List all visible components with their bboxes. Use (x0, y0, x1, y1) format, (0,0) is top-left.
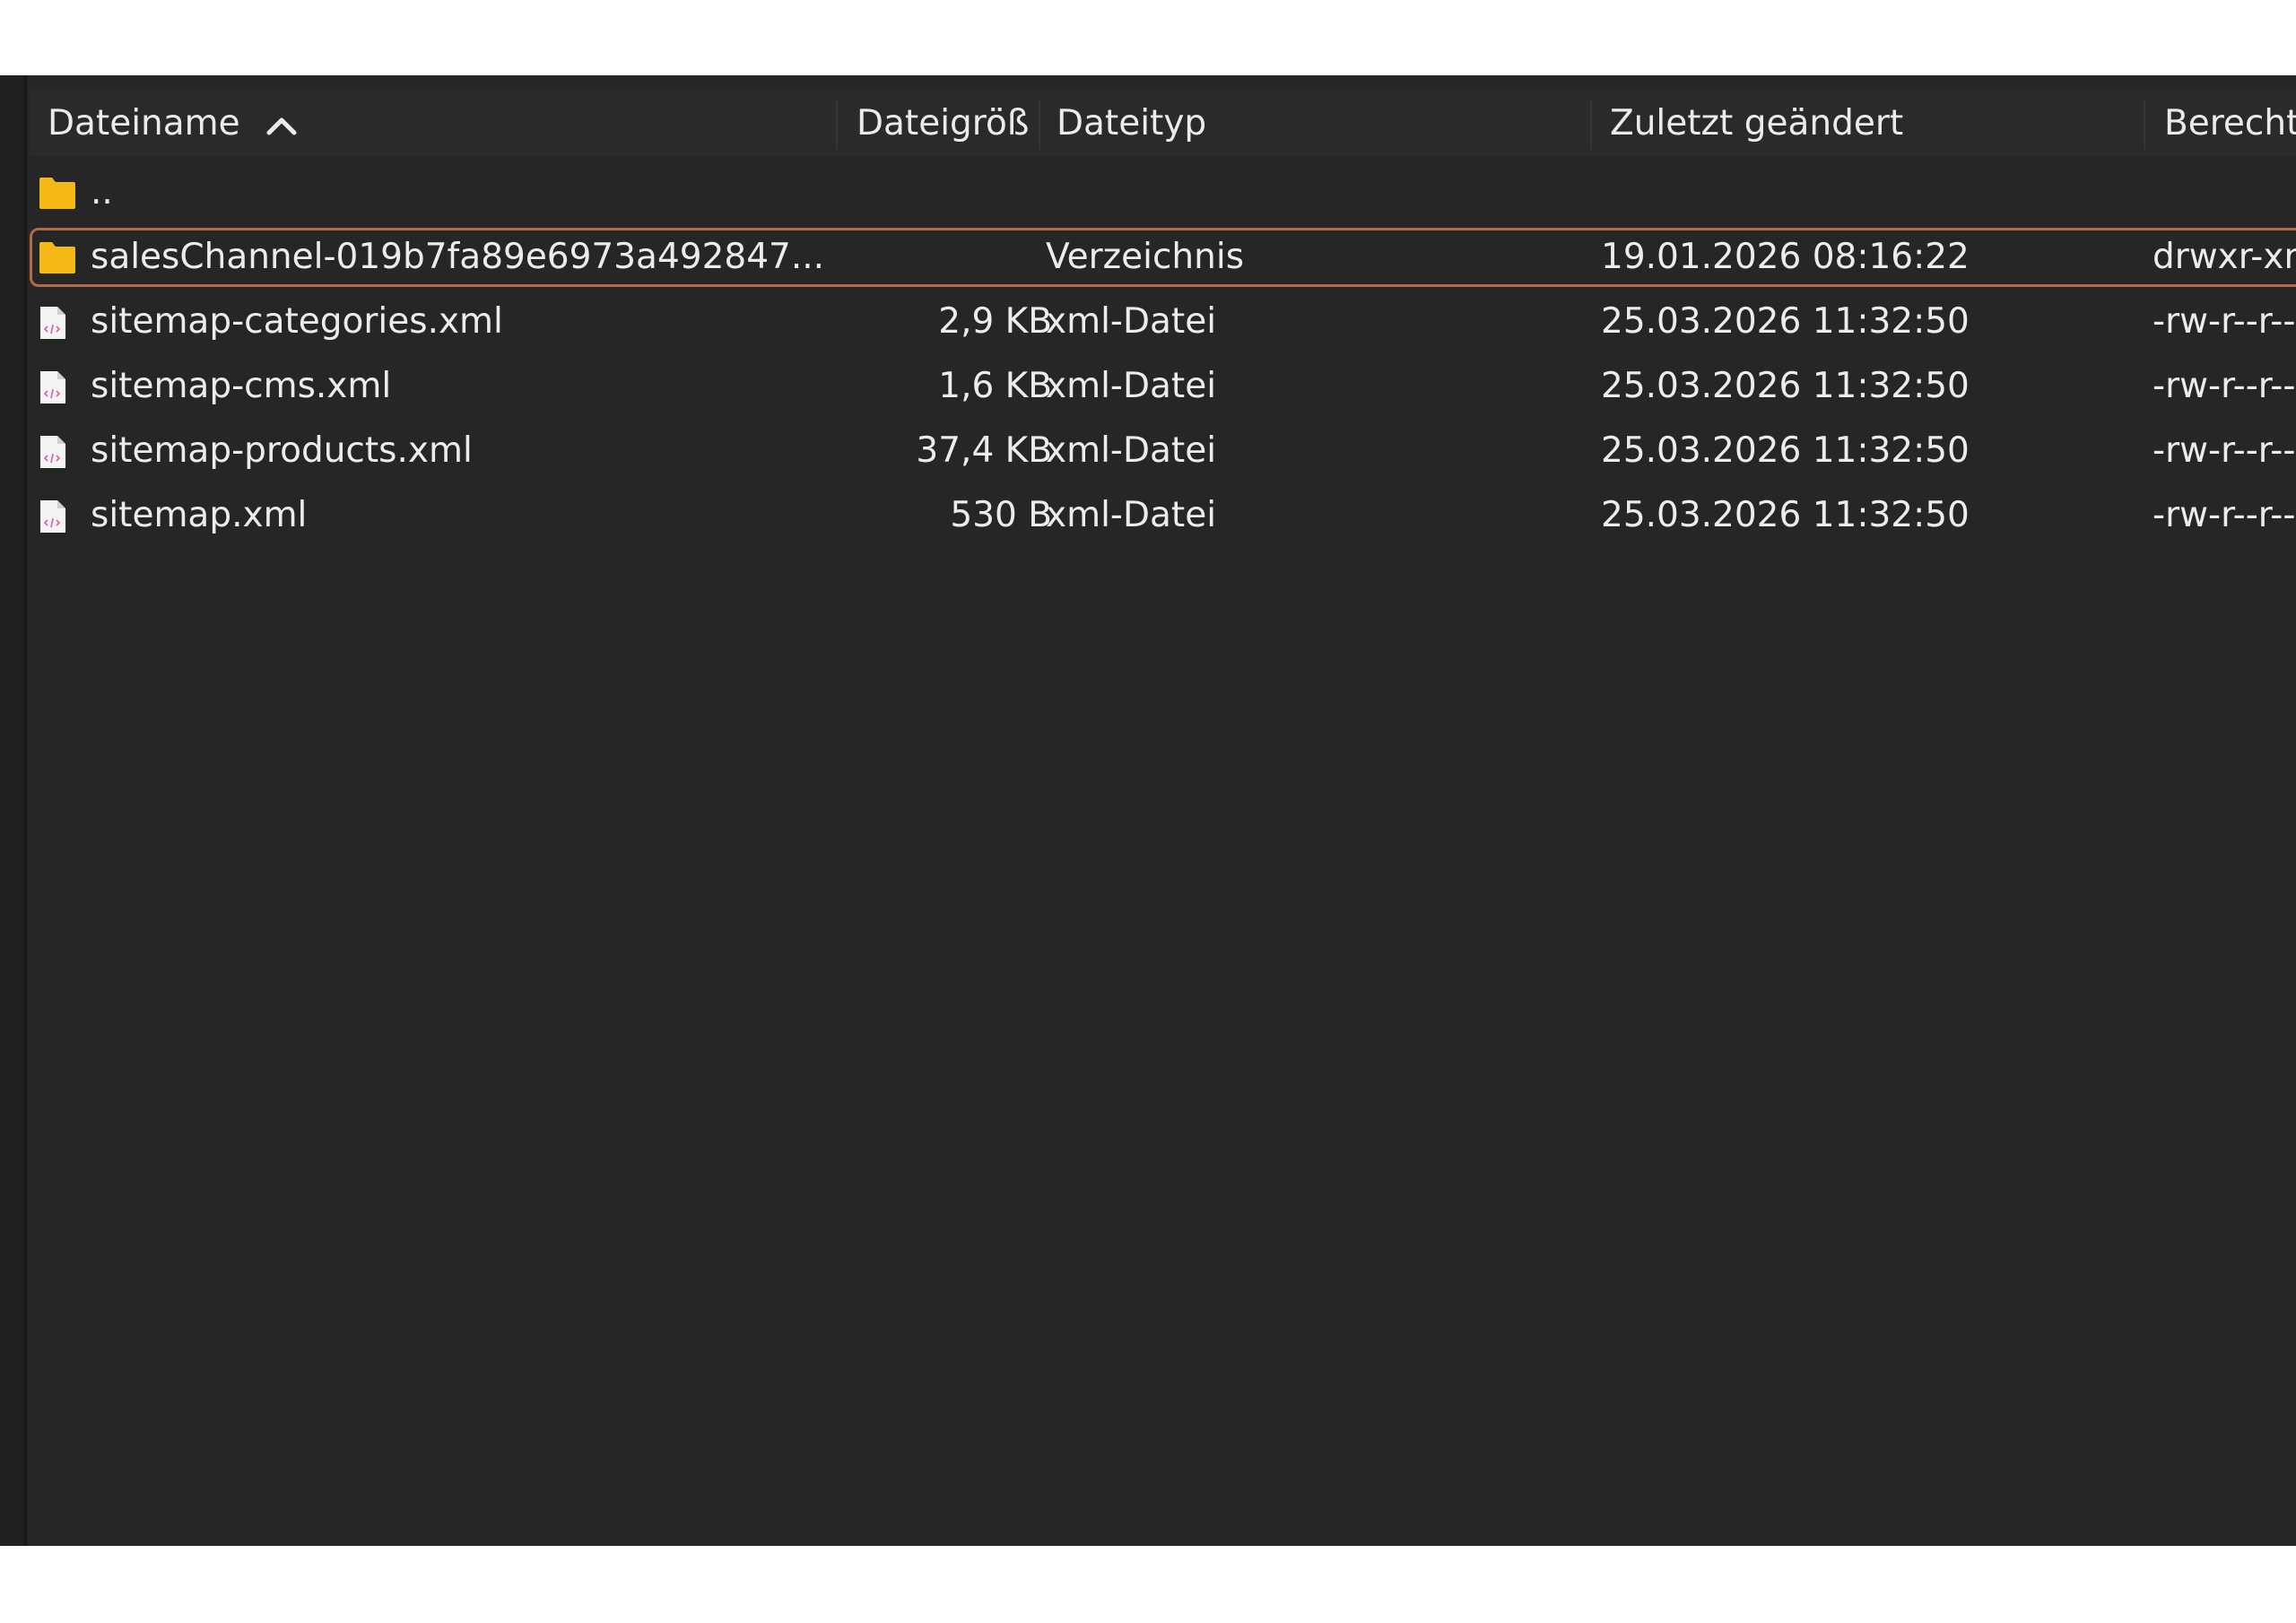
file-size (864, 163, 1052, 222)
file-permissions: -rw-r--r-- (2152, 366, 2296, 406)
file-name: sitemap.xml (91, 495, 308, 535)
file-row[interactable]: .. (30, 163, 2296, 222)
column-header-name[interactable]: Dateiname (48, 91, 855, 156)
file-type: Verzeichnis (1046, 237, 1245, 277)
file-row[interactable]: sitemap-cms.xml 1,6 KB xml-Datei 25.03.2026… (30, 357, 2296, 416)
file-list-panel: Dateiname Dateigröß Dateityp Zuletzt geä… (0, 75, 2296, 1546)
file-permissions: drwxr-xr (2152, 237, 2296, 277)
file-permissions: -rw-r--r-- (2152, 301, 2296, 342)
column-header-permissions[interactable]: Berecht (2164, 91, 2296, 156)
file-row-selected[interactable]: salesChannel-019b7fa89e6973a492847... Ver… (30, 228, 2296, 287)
folder-icon (33, 163, 78, 222)
xml-file-icon (33, 486, 78, 545)
file-modified: 25.03.2026 11:32:50 (1601, 366, 1970, 406)
file-permissions: -rw-r--r-- (2152, 495, 2296, 535)
file-size (864, 228, 1052, 287)
file-modified (1601, 163, 2103, 222)
file-type: xml-Datei (1046, 301, 1217, 342)
file-modified: 25.03.2026 11:32:50 (1601, 495, 1970, 535)
file-size: 2,9 KB (938, 301, 1052, 342)
file-modified: 25.03.2026 11:32:50 (1601, 301, 1970, 342)
file-modified: 25.03.2026 11:32:50 (1601, 430, 1970, 471)
column-divider[interactable] (2144, 100, 2145, 150)
file-size: 1,6 KB (938, 366, 1052, 406)
chevron-up-icon[interactable] (264, 92, 300, 156)
column-header-modified[interactable]: Zuletzt geändert (1610, 91, 2148, 156)
file-size: 37,4 KB (916, 430, 1052, 471)
file-name: sitemap-categories.xml (91, 301, 503, 342)
folder-icon (33, 228, 78, 287)
column-divider[interactable] (1590, 100, 1592, 150)
xml-file-icon (33, 421, 78, 481)
column-divider[interactable] (836, 100, 838, 150)
file-type: xml-Datei (1046, 495, 1217, 535)
file-row[interactable]: sitemap-categories.xml 2,9 KB xml-Datei 25.… (30, 292, 2296, 352)
file-name: sitemap-products.xml (91, 430, 473, 471)
column-header-bar: Dateiname Dateigröß Dateityp Zuletzt geä… (30, 91, 2296, 156)
file-row[interactable]: sitemap.xml 530 Bxml-Datei 25.03.2026 11:3… (30, 486, 2296, 545)
file-permissions (2152, 163, 2296, 222)
file-name: .. (91, 172, 113, 213)
file-row[interactable]: sitemap-products.xml 37,4 KB xml-Datei 25.0… (30, 421, 2296, 481)
file-modified: 19.01.2026 08:16:22 (1601, 237, 1970, 277)
xml-file-icon (33, 357, 78, 416)
file-size: 530 B (950, 495, 1052, 535)
left-pane-edge (0, 75, 27, 1546)
column-header-name-label: Dateiname (48, 103, 240, 143)
file-permissions: -rw-r--r-- (2152, 430, 2296, 471)
file-name: sitemap-cms.xml (91, 366, 392, 406)
file-name: salesChannel-019b7fa89e6973a492847... (91, 237, 825, 277)
file-type (1046, 163, 1548, 222)
file-type: xml-Datei (1046, 366, 1217, 406)
column-divider[interactable] (1039, 100, 1040, 150)
file-type: xml-Datei (1046, 430, 1217, 471)
column-header-type[interactable]: Dateityp (1057, 91, 1595, 156)
xml-file-icon (33, 292, 78, 352)
